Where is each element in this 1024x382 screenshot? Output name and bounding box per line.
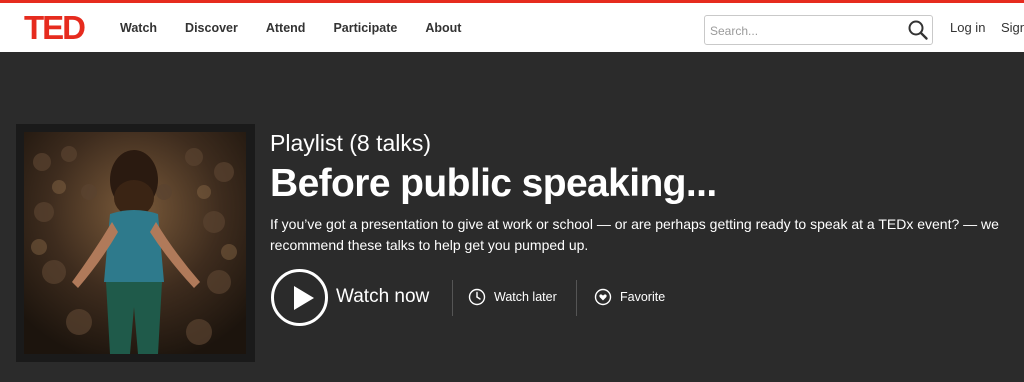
nav-attend[interactable]: Attend bbox=[266, 21, 306, 35]
search-input[interactable] bbox=[710, 20, 900, 42]
playlist-title: Before public speaking... bbox=[270, 162, 717, 205]
playlist-count-label: Playlist (8 talks) bbox=[270, 130, 432, 156]
ted-logo[interactable]: TED bbox=[24, 11, 86, 45]
playlist-thumbnail-frame bbox=[16, 124, 255, 362]
nav-discover[interactable]: Discover bbox=[185, 21, 238, 35]
action-divider bbox=[576, 280, 577, 316]
nav-about[interactable]: About bbox=[425, 21, 461, 35]
watch-now-label: Watch now bbox=[336, 286, 430, 307]
play-icon bbox=[271, 269, 328, 326]
speaker-on-stage-image bbox=[24, 132, 246, 354]
main-nav: Watch Discover Attend Participate About bbox=[120, 3, 489, 52]
watch-now-button[interactable]: Watch now bbox=[270, 268, 450, 328]
playlist-hero: Playlist (8 talks) Before public speakin… bbox=[0, 52, 1024, 382]
action-divider bbox=[452, 280, 453, 316]
search-box bbox=[704, 15, 933, 45]
clock-icon bbox=[468, 288, 486, 306]
login-link[interactable]: Log in bbox=[950, 20, 985, 35]
search-icon[interactable] bbox=[907, 19, 929, 41]
watch-later-label: Watch later bbox=[494, 290, 557, 304]
nav-watch[interactable]: Watch bbox=[120, 21, 157, 35]
playlist-thumbnail[interactable] bbox=[24, 132, 246, 354]
heart-icon bbox=[594, 288, 612, 306]
signup-link[interactable]: Sign bbox=[1001, 20, 1024, 35]
playlist-description: If you’ve got a presentation to give at … bbox=[270, 216, 999, 253]
nav-participate[interactable]: Participate bbox=[333, 21, 397, 35]
site-header: TED Watch Discover Attend Participate Ab… bbox=[0, 0, 1024, 52]
favorite-label: Favorite bbox=[620, 290, 666, 304]
